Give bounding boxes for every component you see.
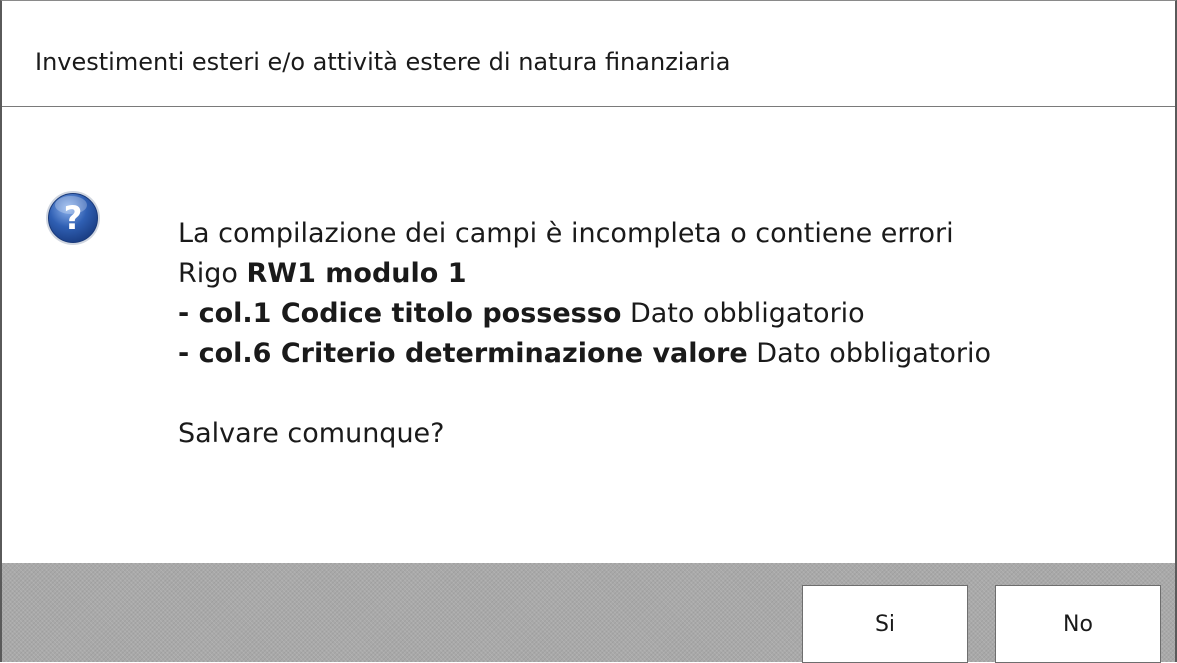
dialog-content: ? La compilazione dei campi è incompleta… bbox=[2, 107, 1175, 563]
dialog-button-bar: Si No bbox=[2, 563, 1175, 663]
message-line-2-prefix: Rigo bbox=[178, 258, 247, 289]
message-line-4-bold: - col.6 Criterio determinazione valore bbox=[178, 338, 748, 369]
message-line-3-rest: Dato obbligatorio bbox=[621, 298, 865, 329]
message-dialog: Investimenti esteri e/o attività estere … bbox=[0, 0, 1177, 663]
dialog-title-bar: Investimenti esteri e/o attività estere … bbox=[2, 1, 1175, 107]
svg-text:?: ? bbox=[64, 199, 83, 237]
no-button-label: No bbox=[1063, 611, 1093, 637]
message-line-4: - col.6 Criterio determinazione valore D… bbox=[178, 334, 991, 374]
yes-button-label: Si bbox=[874, 611, 896, 637]
dialog-title: Investimenti esteri e/o attività estere … bbox=[35, 48, 731, 76]
message-line-3-bold: - col.1 Codice titolo possesso bbox=[178, 298, 622, 329]
message-question: Salvare comunque? bbox=[178, 418, 445, 449]
message-line-2-bold: RW1 modulo 1 bbox=[246, 258, 467, 289]
no-button[interactable]: No bbox=[995, 585, 1161, 663]
message-line-4-rest: Dato obbligatorio bbox=[747, 338, 992, 369]
yes-button[interactable]: Si bbox=[802, 585, 968, 663]
message-line-2: Rigo RW1 modulo 1 bbox=[178, 254, 991, 294]
dialog-message: La compilazione dei campi è incompleta o… bbox=[178, 214, 991, 454]
question-icon: ? bbox=[46, 191, 100, 245]
message-line-3: - col.1 Codice titolo possesso Dato obbl… bbox=[178, 294, 991, 334]
message-spacer bbox=[178, 374, 991, 414]
message-line-1: La compilazione dei campi è incompleta o… bbox=[178, 218, 954, 249]
